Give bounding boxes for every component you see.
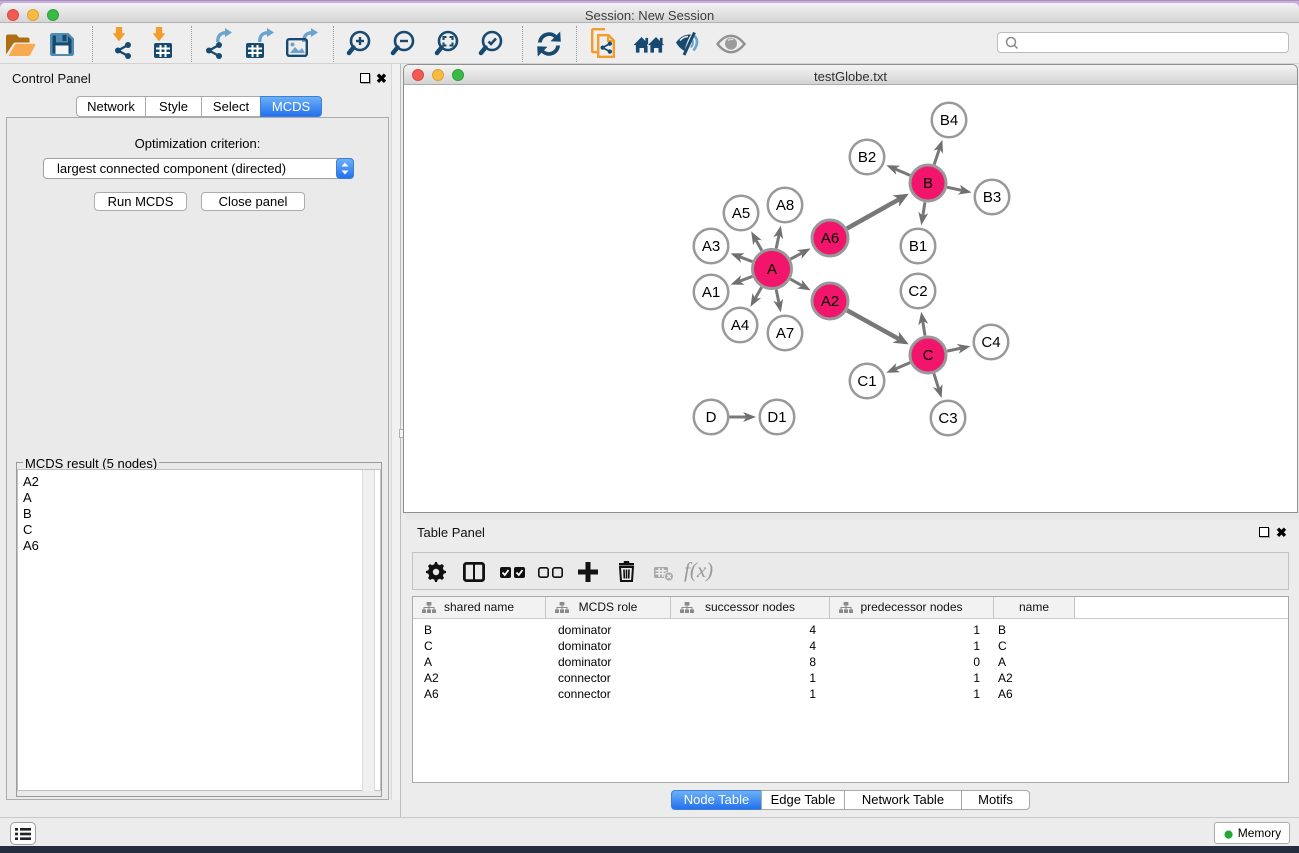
svg-text:A5: A5 [732,205,750,222]
svg-text:A4: A4 [731,317,749,334]
svg-text:A1: A1 [702,284,720,301]
svg-text:A: A [767,261,777,278]
svg-text:C1: C1 [857,373,876,390]
svg-text:A3: A3 [702,238,720,255]
svg-text:C: C [923,347,934,364]
svg-text:A7: A7 [776,325,794,342]
svg-text:A8: A8 [776,197,794,214]
svg-text:B1: B1 [909,238,927,255]
svg-text:C3: C3 [938,410,957,427]
svg-text:C2: C2 [908,283,927,300]
svg-text:B3: B3 [983,189,1001,206]
svg-text:D: D [706,409,717,426]
svg-text:A6: A6 [821,230,839,247]
svg-text:D1: D1 [767,409,786,426]
svg-text:C4: C4 [981,334,1000,351]
svg-text:B4: B4 [940,112,958,129]
svg-text:B2: B2 [858,149,876,166]
svg-text:A2: A2 [821,293,839,310]
svg-text:B: B [923,175,933,192]
